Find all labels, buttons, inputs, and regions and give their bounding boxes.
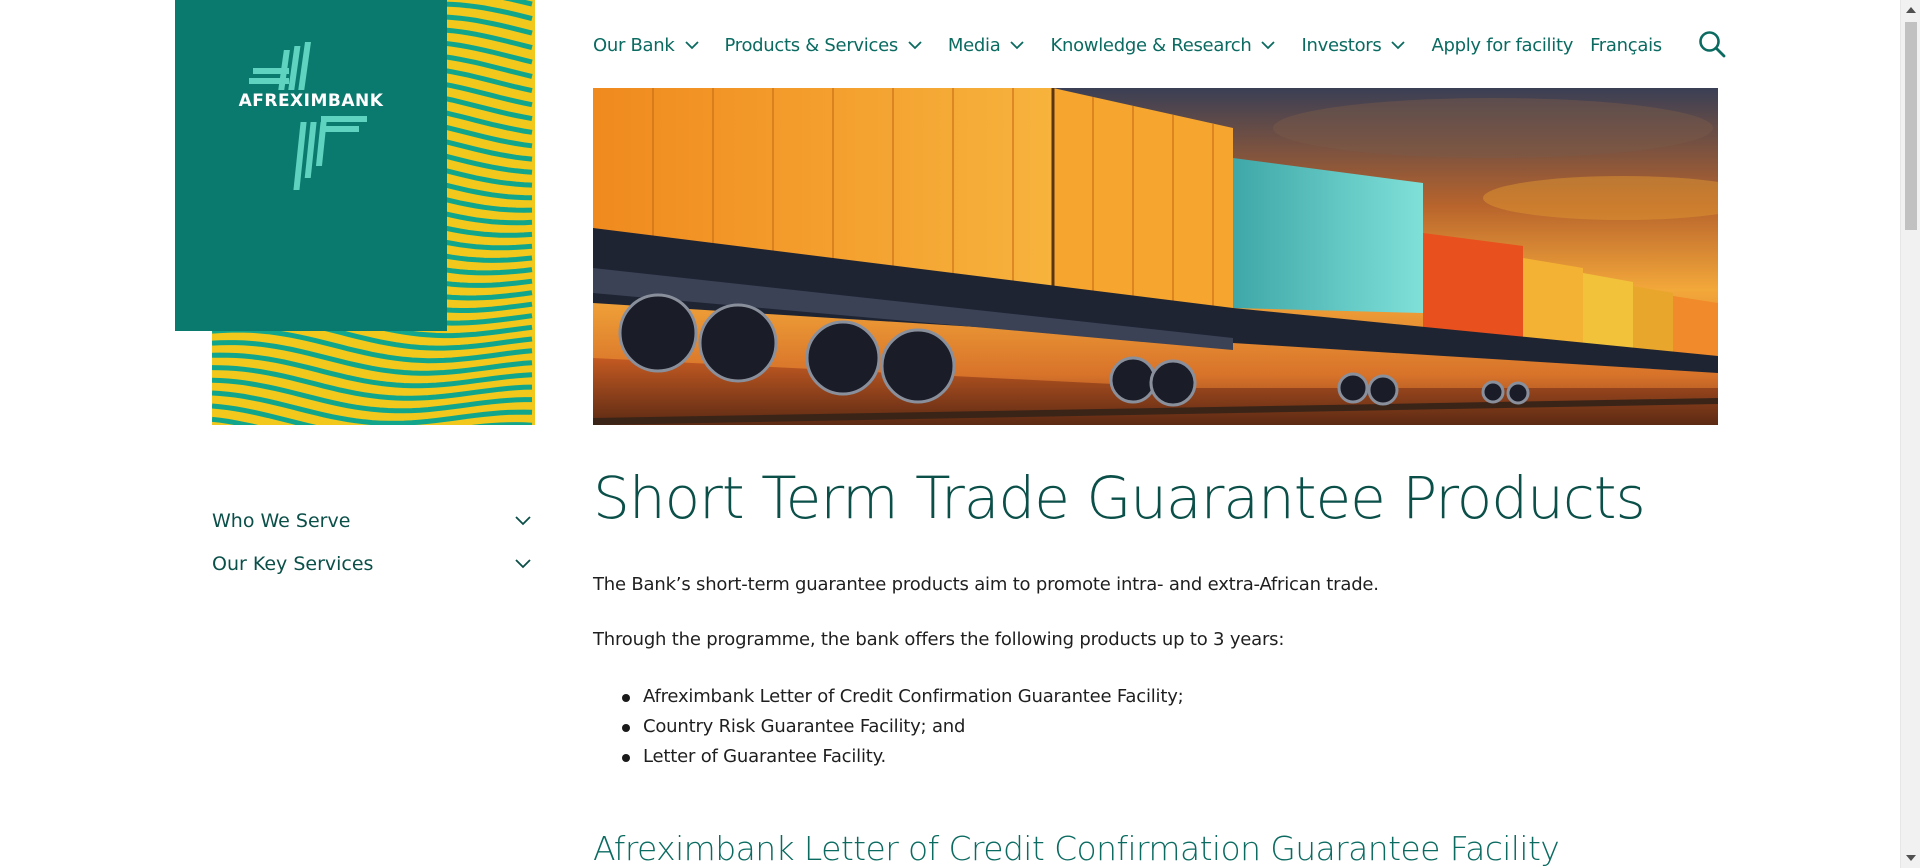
scroll-up-arrow-icon[interactable] bbox=[1906, 6, 1916, 14]
sidebar-item-label: Who We Serve bbox=[212, 509, 351, 532]
afreximbank-logo-icon bbox=[249, 42, 367, 190]
intro-paragraph: The Bank’s short-term guarantee products… bbox=[593, 574, 1379, 595]
products-list: Afreximbank Letter of Credit Confirmatio… bbox=[593, 682, 1718, 772]
nav-item-our-bank[interactable]: Our Bank bbox=[593, 35, 699, 56]
sidebar-item-who-we-serve[interactable]: Who We Serve bbox=[212, 499, 535, 542]
chevron-down-icon bbox=[908, 40, 922, 49]
chevron-down-icon bbox=[684, 40, 699, 49]
section-heading: Afreximbank Letter of Credit Confirmatio… bbox=[593, 829, 1560, 868]
list-item: Letter of Guarantee Facility. bbox=[593, 742, 1718, 772]
nav-item-products-services[interactable]: Products & Services bbox=[725, 35, 922, 56]
nav-item-label: Knowledge & Research bbox=[1050, 34, 1252, 56]
hero-image bbox=[593, 88, 1718, 425]
list-item: Country Risk Guarantee Facility; and bbox=[593, 712, 1718, 742]
section-sidebar-menu: Who We Serve Our Key Services bbox=[212, 499, 535, 585]
nav-item-label: Our Bank bbox=[593, 34, 675, 56]
sidebar-item-label: Our Key Services bbox=[212, 552, 374, 575]
nav-item-media[interactable]: Media bbox=[948, 35, 1025, 56]
page-title: Short Term Trade Guarantee Products bbox=[593, 464, 1646, 532]
nav-item-language-french[interactable]: Français bbox=[1590, 35, 1662, 56]
nav-item-label: Products & Services bbox=[724, 34, 899, 56]
logo[interactable]: AFREXIMBANK bbox=[175, 0, 447, 331]
nav-item-label: Media bbox=[947, 34, 1001, 56]
scroll-down-arrow-icon[interactable] bbox=[1906, 854, 1916, 862]
logo-wordmark: AFREXIMBANK bbox=[238, 91, 384, 111]
chevron-down-icon bbox=[1010, 40, 1025, 49]
chevron-down-icon bbox=[515, 558, 531, 568]
list-item: Afreximbank Letter of Credit Confirmatio… bbox=[593, 682, 1718, 712]
nav-item-label: Investors bbox=[1301, 34, 1382, 56]
search-icon[interactable] bbox=[1698, 30, 1726, 58]
nav-item-knowledge-research[interactable]: Knowledge & Research bbox=[1050, 34, 1276, 56]
main-navigation: Our Bank Products & Services Media Knowl… bbox=[593, 30, 1679, 60]
train-containers-illustration bbox=[593, 88, 1718, 425]
nav-item-investors[interactable]: Investors bbox=[1301, 34, 1406, 56]
main-content: Short Term Trade Guarantee Products The … bbox=[593, 462, 1718, 868]
nav-item-label: Apply for facility bbox=[1431, 34, 1574, 56]
chevron-down-icon bbox=[1391, 40, 1406, 49]
sidebar-item-our-key-services[interactable]: Our Key Services bbox=[212, 542, 535, 585]
nav-item-apply-for-facility[interactable]: Apply for facility bbox=[1431, 35, 1573, 56]
chevron-down-icon bbox=[515, 515, 531, 525]
chevron-down-icon bbox=[1261, 40, 1276, 49]
nav-item-label: Français bbox=[1590, 34, 1662, 56]
vertical-scrollbar[interactable] bbox=[1900, 0, 1920, 868]
programme-paragraph: Through the programme, the bank offers t… bbox=[593, 629, 1285, 650]
scrollbar-thumb[interactable] bbox=[1905, 22, 1917, 230]
